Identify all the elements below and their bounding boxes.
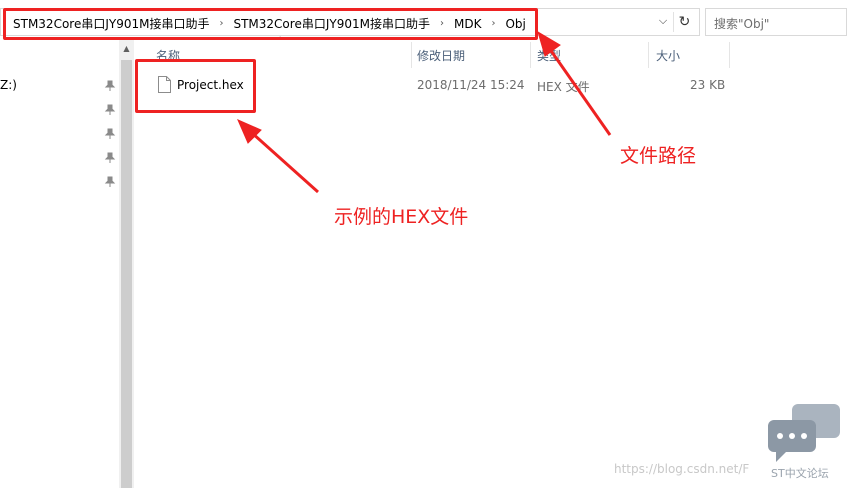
annotation-hex-label: 示例的HEX文件 [334, 206, 469, 228]
column-header-size[interactable]: 大小 [656, 47, 680, 64]
column-divider[interactable] [530, 42, 531, 68]
nav-item-drive[interactable]: Z:) [0, 78, 17, 92]
pin-icon [104, 152, 116, 164]
forum-logo-icon [768, 404, 840, 462]
navigation-pane [0, 40, 118, 488]
scroll-thumb[interactable] [121, 60, 132, 488]
scroll-up-icon[interactable]: ▲ [121, 44, 132, 54]
column-divider[interactable] [648, 42, 649, 68]
watermark-url: https://blog.csdn.net/F [614, 462, 750, 476]
column-divider[interactable] [411, 42, 412, 68]
refresh-icon[interactable]: ↻ [673, 12, 695, 32]
path-highlight-box [3, 8, 538, 40]
column-header-date[interactable]: 修改日期 [417, 47, 465, 64]
file-date: 2018/11/24 15:24 [417, 78, 525, 92]
column-header-type[interactable]: 类型 [537, 47, 561, 64]
search-placeholder: 搜索"Obj" [714, 17, 770, 31]
pin-icon [104, 104, 116, 116]
chevron-down-icon[interactable]: ⌵ [655, 14, 671, 30]
annotation-path-label: 文件路径 [620, 145, 697, 167]
file-highlight-box [135, 59, 256, 113]
pin-icon [104, 176, 116, 188]
pin-icon [104, 80, 116, 92]
file-size: 23 KB [690, 78, 726, 92]
file-type: HEX 文件 [537, 80, 590, 94]
watermark-brand: ST中文论坛 [771, 467, 829, 480]
pin-icon [104, 128, 116, 140]
column-divider[interactable] [729, 42, 730, 68]
search-input[interactable]: 搜索"Obj" [705, 8, 847, 36]
